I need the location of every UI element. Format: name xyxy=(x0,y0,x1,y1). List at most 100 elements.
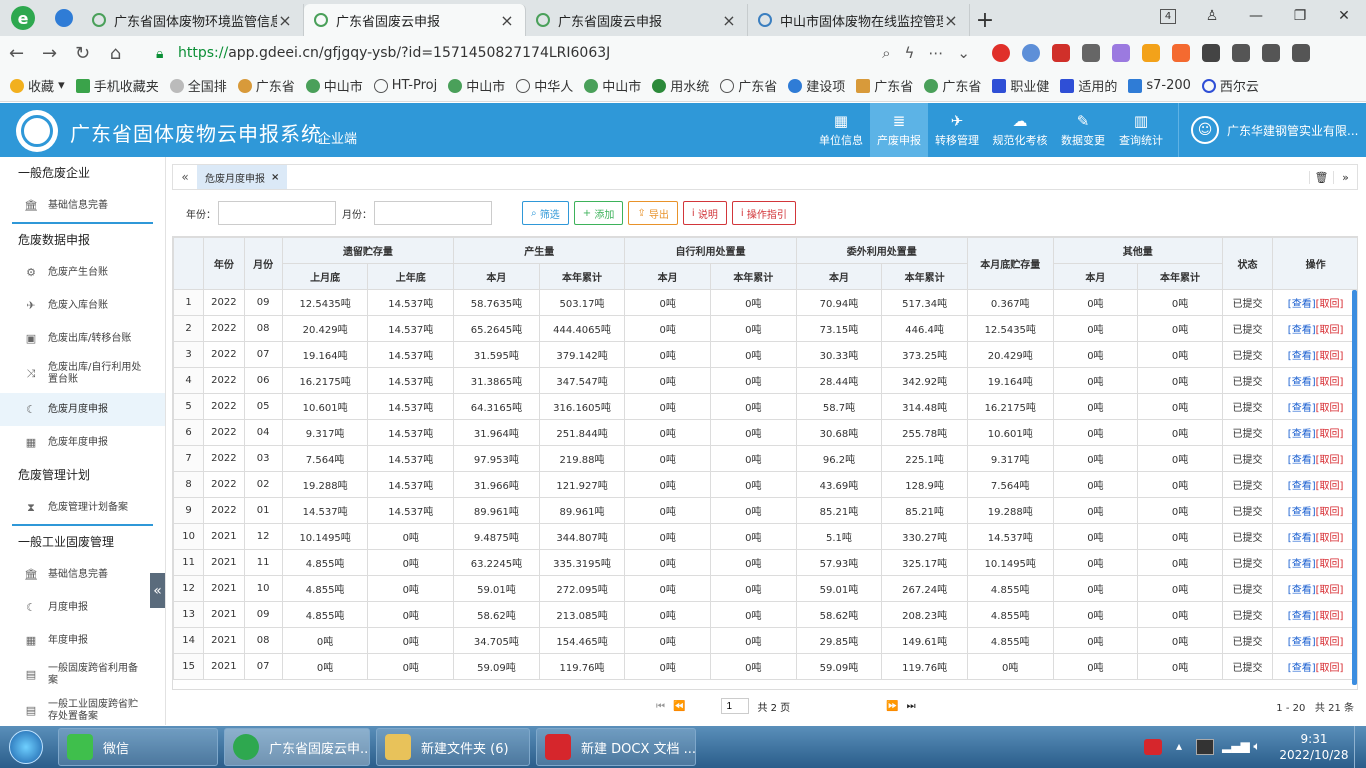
shield-icon[interactable] xyxy=(1142,44,1160,62)
chevron-down-icon[interactable]: ⌄ xyxy=(957,44,970,62)
volume-icon[interactable]: 🔈︎ xyxy=(1248,739,1266,755)
url-input[interactable]: 🔒︎ https:// app.gdeei.cn/gfjgqy-ysb/?id=… xyxy=(148,39,978,67)
back-button[interactable]: ← xyxy=(0,36,33,70)
adblock-icon[interactable] xyxy=(992,44,1010,62)
abp-icon[interactable] xyxy=(1052,44,1070,62)
bookmark-item[interactable]: 用水统 xyxy=(652,76,709,95)
nav-unit-info[interactable]: ▦ 单位信息 xyxy=(812,103,870,157)
withdraw-link[interactable]: [取回] xyxy=(1316,533,1344,544)
reload-button[interactable]: ↻ xyxy=(66,36,99,70)
guide-button[interactable]: i 操作指引 xyxy=(731,201,796,225)
translate-icon[interactable] xyxy=(1112,44,1130,62)
filter-button[interactable]: ⌕ 筛选 xyxy=(522,201,569,225)
browser-tab[interactable]: 中山市固体废物在线监控管理 × xyxy=(748,4,970,36)
taskbar-item-browser[interactable]: 广东省固废云申... xyxy=(224,728,370,766)
undo-icon[interactable] xyxy=(1262,44,1280,62)
withdraw-link[interactable]: [取回] xyxy=(1316,507,1344,518)
bookmark-item[interactable]: 广东省 xyxy=(720,76,777,95)
close-tab-icon[interactable]: × xyxy=(943,11,959,30)
browser-logo-icon[interactable]: e xyxy=(0,0,46,36)
scissors-icon[interactable] xyxy=(1082,44,1100,62)
view-link[interactable]: [查看] xyxy=(1288,507,1316,518)
shirt-icon[interactable]: ♙ xyxy=(1190,8,1234,24)
sidebar-item-cross-province-use[interactable]: ▤ 一般固废跨省利用备案 xyxy=(0,657,165,693)
withdraw-link[interactable]: [取回] xyxy=(1316,299,1344,310)
input-method-icon[interactable] xyxy=(1144,739,1162,755)
withdraw-link[interactable]: [取回] xyxy=(1316,663,1344,674)
export-button[interactable]: ⇪ 导出 xyxy=(628,201,678,225)
taskbar-item-wechat[interactable]: 微信 xyxy=(58,728,218,766)
taskbar-item-wps[interactable]: 新建 DOCX 文档 ... xyxy=(536,728,696,766)
taskbar-item-folder[interactable]: 新建文件夹 (6) xyxy=(376,728,530,766)
sidebar-item-basic-info[interactable]: 🏛︎ 基础信息完善 xyxy=(0,189,165,222)
bookmark-item[interactable]: 中山市 xyxy=(448,76,505,95)
view-link[interactable]: [查看] xyxy=(1288,429,1316,440)
bookmark-item[interactable]: 收藏 ▾ xyxy=(10,76,65,95)
zoom-search-icon[interactable]: ⌕ xyxy=(882,44,890,62)
game-icon[interactable] xyxy=(1172,44,1190,62)
close-tab-icon[interactable]: × xyxy=(499,11,515,30)
sidebar-item-instock-ledger[interactable]: ✈ 危废入库台账 xyxy=(0,289,165,322)
bookmark-item[interactable]: 西尔云 xyxy=(1201,76,1259,95)
browser-tab[interactable]: 广东省固体废物环境监管信息 × xyxy=(82,4,304,36)
view-link[interactable]: [查看] xyxy=(1288,611,1316,622)
sidebar-item-general-monthly[interactable]: ☾ 月度申报 xyxy=(0,591,165,624)
page-number-input[interactable] xyxy=(721,698,750,714)
trash-icon[interactable]: 🗑︎ xyxy=(1309,170,1333,184)
bookmark-item[interactable]: 适用的 xyxy=(1060,76,1117,95)
minus-circle-icon[interactable] xyxy=(1022,44,1040,62)
view-link[interactable]: [查看] xyxy=(1288,637,1316,648)
view-link[interactable]: [查看] xyxy=(1288,325,1316,336)
user-menu[interactable]: ☺ 广东华建钢管实业有限... xyxy=(1178,103,1358,157)
add-button[interactable]: + 添加 xyxy=(573,201,624,225)
bookmark-item[interactable]: s7-200 xyxy=(1128,78,1191,93)
close-tab-icon[interactable]: × xyxy=(277,11,293,30)
download-icon[interactable] xyxy=(1232,44,1250,62)
collapse-sidebar-button[interactable]: « xyxy=(150,573,165,608)
nav-data-change[interactable]: ✎ 数据变更 xyxy=(1054,103,1112,157)
withdraw-link[interactable]: [取回] xyxy=(1316,611,1344,622)
year-input[interactable] xyxy=(218,201,336,225)
bookmark-item[interactable]: 全国排 xyxy=(169,76,227,95)
nav-waste-declare[interactable]: ≣ 产废申报 xyxy=(870,103,928,157)
withdraw-link[interactable]: [取回] xyxy=(1316,559,1344,570)
nav-transfer[interactable]: ✈ 转移管理 xyxy=(928,103,986,157)
view-link[interactable]: [查看] xyxy=(1288,559,1316,570)
nav-query-stats[interactable]: ▥ 查询统计 xyxy=(1112,103,1170,157)
sidebar-item-general-annual[interactable]: ▦ 年度申报 xyxy=(0,624,165,657)
first-page-icon[interactable]: ⏮ xyxy=(656,701,665,712)
bookmark-item[interactable]: 中山市 xyxy=(584,76,641,95)
withdraw-link[interactable]: [取回] xyxy=(1316,429,1344,440)
withdraw-link[interactable]: [取回] xyxy=(1316,325,1344,336)
minimize-button[interactable]: — xyxy=(1234,8,1278,24)
menu-icon[interactable] xyxy=(1292,44,1310,62)
send-icon[interactable] xyxy=(46,0,82,36)
browser-tab[interactable]: 广东省固废云申报 × xyxy=(526,4,748,36)
more-dots-icon[interactable]: ⋯ xyxy=(928,44,943,62)
tab-count-badge[interactable]: 4 xyxy=(1160,8,1176,24)
sidebar-item-annual-declare[interactable]: ▦ 危废年度申报 xyxy=(0,426,165,459)
view-link[interactable]: [查看] xyxy=(1288,351,1316,362)
bookmark-item[interactable]: 广东省 xyxy=(856,76,913,95)
withdraw-link[interactable]: [取回] xyxy=(1316,455,1344,466)
sidebar-item-cross-province-store[interactable]: ▤ 一般工业固废跨省贮存处置备案 xyxy=(0,693,165,725)
view-link[interactable]: [查看] xyxy=(1288,481,1316,492)
view-link[interactable]: [查看] xyxy=(1288,533,1316,544)
sidebar-item-outstock-self-use[interactable]: ⤨ 危废出库/自行利用处置台账 xyxy=(0,355,165,393)
browser-tab-active[interactable]: 广东省固废云申报 × xyxy=(304,4,526,36)
bookmark-item[interactable]: 广东省 xyxy=(237,76,295,95)
forward-button[interactable]: → xyxy=(33,36,66,70)
show-hidden-icons[interactable]: ▴ xyxy=(1170,739,1188,755)
withdraw-link[interactable]: [取回] xyxy=(1316,351,1344,362)
show-desktop-button[interactable] xyxy=(1354,726,1366,768)
apps-grid-icon[interactable] xyxy=(1202,44,1220,62)
next-page-icon[interactable]: ⏩ xyxy=(886,701,898,712)
view-link[interactable]: [查看] xyxy=(1288,585,1316,596)
table-scrollbar[interactable] xyxy=(1352,290,1357,685)
view-link[interactable]: [查看] xyxy=(1288,663,1316,674)
close-window-button[interactable]: ✕ xyxy=(1322,8,1366,24)
withdraw-link[interactable]: [取回] xyxy=(1316,377,1344,388)
tab-scroll-right-icon[interactable]: » xyxy=(1333,170,1357,184)
view-link[interactable]: [查看] xyxy=(1288,455,1316,466)
home-button[interactable]: ⌂ xyxy=(99,36,132,70)
